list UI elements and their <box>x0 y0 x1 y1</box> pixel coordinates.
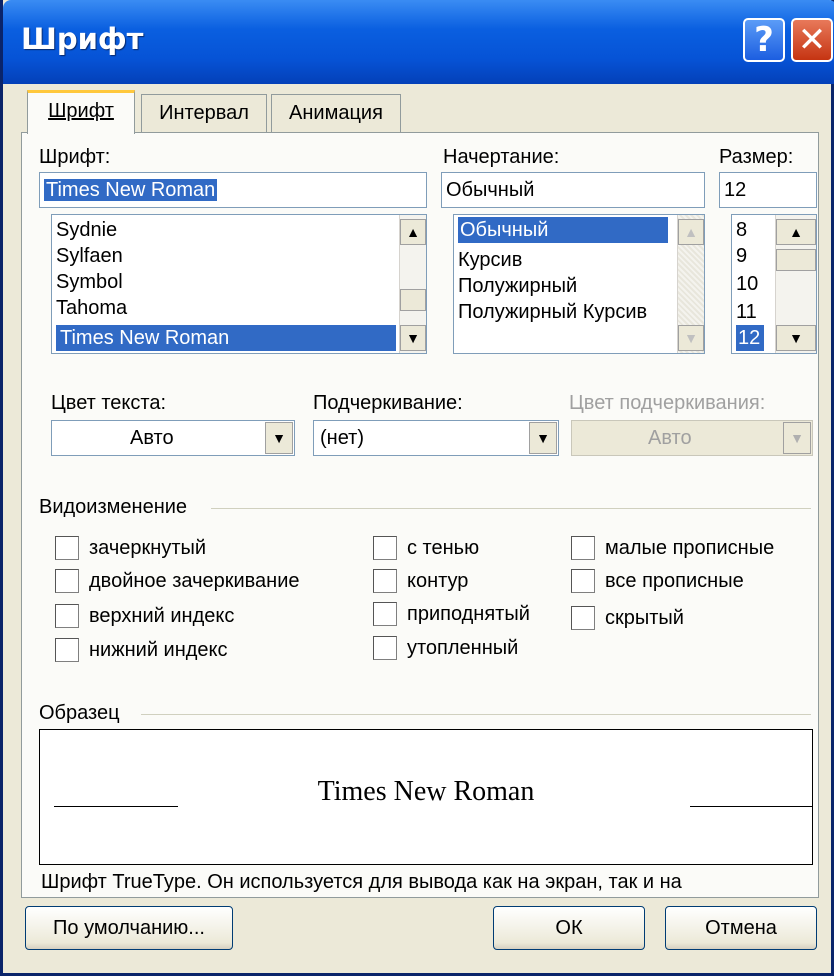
checkbox-box[interactable] <box>373 602 397 626</box>
text-color-select[interactable]: Авто ▼ <box>51 420 295 456</box>
tab-font[interactable]: Шрифт <box>27 90 135 134</box>
list-item[interactable]: Sydnie <box>56 217 396 243</box>
checkbox-box[interactable] <box>373 536 397 560</box>
checkbox-box[interactable] <box>571 606 595 630</box>
dialog-title: Шрифт <box>21 22 144 56</box>
tab-spacing-label: Интервал <box>159 102 249 124</box>
preview-baseline-right <box>690 806 812 807</box>
underline-value: (нет) <box>320 427 364 449</box>
list-item[interactable]: 9 <box>736 243 747 269</box>
tab-animation-label: Анимация <box>289 102 383 124</box>
checkbox-box[interactable] <box>373 569 397 593</box>
preview-text: Times New Roman <box>317 776 535 807</box>
help-icon[interactable]: ? <box>743 18 785 62</box>
text-color-value: Авто <box>130 427 174 449</box>
checkbox-label: зачеркнутый <box>89 537 207 559</box>
scroll-up-icon[interactable]: ▲ <box>400 219 426 245</box>
list-item[interactable]: Курсив <box>458 247 522 273</box>
font-dialog: Шрифт ? ✕ Шрифт Интервал Анимация Шрифт:… <box>0 0 834 976</box>
list-item-selected[interactable]: Обычный <box>458 217 668 243</box>
sample-group-title: Образец <box>39 702 120 724</box>
font-list-scrollbar[interactable]: ▲ ▼ <box>399 215 426 353</box>
underline-color-select: Авто ▼ <box>571 420 813 456</box>
group-divider <box>141 714 811 715</box>
checkbox-box[interactable] <box>571 536 595 560</box>
text-color-label: Цвет текста: <box>51 392 167 414</box>
checkbox-label: контур <box>407 570 469 592</box>
tab-animation[interactable]: Анимация <box>271 94 401 132</box>
checkbox-box[interactable] <box>55 536 79 560</box>
default-button[interactable]: По умолчанию... <box>25 906 233 950</box>
font-name-input[interactable]: Times New Roman <box>39 172 427 208</box>
checkbox-box[interactable] <box>55 604 79 628</box>
scroll-down-icon[interactable]: ▼ <box>776 325 816 351</box>
scroll-up-icon[interactable]: ▲ <box>776 219 816 245</box>
sample-preview: Times New Roman <box>39 729 813 865</box>
scroll-down-icon: ▼ <box>678 325 704 351</box>
checkbox-box[interactable] <box>571 569 595 593</box>
effects-group-title: Видоизменение <box>39 496 188 518</box>
list-item-selected[interactable]: 12 <box>736 325 764 351</box>
ok-button[interactable]: ОК <box>493 906 645 950</box>
checkbox-label: приподнятый <box>407 603 530 625</box>
list-item[interactable]: Sylfaen <box>56 243 396 269</box>
list-item[interactable]: Полужирный <box>458 273 577 299</box>
scroll-down-icon[interactable]: ▼ <box>400 325 426 351</box>
font-description: Шрифт TrueType. Он используется для выво… <box>41 871 682 893</box>
scroll-thumb[interactable] <box>400 289 426 311</box>
list-item[interactable]: Полужирный Курсив <box>458 299 647 325</box>
tab-spacing[interactable]: Интервал <box>141 94 267 132</box>
tab-font-label: Шрифт <box>48 100 114 122</box>
checkbox-label: верхний индекс <box>89 605 235 627</box>
underline-label: Подчеркивание: <box>313 392 463 414</box>
checkbox-label: скрытый <box>605 607 684 629</box>
underline-select[interactable]: (нет) ▼ <box>313 420 559 456</box>
size-list-scrollbar[interactable]: ▲ ▼ <box>775 215 816 353</box>
checkbox-box[interactable] <box>55 569 79 593</box>
list-item[interactable]: Symbol <box>56 269 396 295</box>
checkbox-box[interactable] <box>55 638 79 662</box>
cancel-button[interactable]: Отмена <box>665 906 817 950</box>
list-item[interactable]: 10 <box>736 271 758 297</box>
chevron-down-icon: ▼ <box>783 422 811 454</box>
close-icon[interactable]: ✕ <box>791 18 833 62</box>
style-label: Начертание: <box>443 146 560 168</box>
title-bar[interactable]: Шрифт ? ✕ <box>3 0 834 84</box>
chevron-down-icon[interactable]: ▼ <box>265 422 293 454</box>
font-list[interactable]: Sydnie Sylfaen Symbol Tahoma Times New R… <box>51 214 427 354</box>
checkbox-label: двойное зачеркивание <box>89 570 300 592</box>
size-list[interactable]: 8 9 10 11 12 ▲ ▼ <box>731 214 817 354</box>
checkbox-label: все прописные <box>605 570 744 592</box>
list-item[interactable]: 11 <box>736 299 757 325</box>
style-list-scrollbar: ▲ ▼ <box>677 215 704 353</box>
size-input[interactable]: 12 <box>719 172 817 208</box>
scroll-thumb[interactable] <box>776 249 816 271</box>
checkbox-label: нижний индекс <box>89 639 228 661</box>
style-list[interactable]: Обычный Курсив Полужирный Полужирный Кур… <box>453 214 705 354</box>
list-item-selected[interactable]: Times New Roman <box>56 325 396 351</box>
underline-color-label: Цвет подчеркивания: <box>569 392 766 414</box>
style-input[interactable]: Обычный <box>441 172 705 208</box>
list-item[interactable]: Tahoma <box>56 295 396 321</box>
checkbox-box[interactable] <box>373 636 397 660</box>
checkbox-label: утопленный <box>407 637 519 659</box>
size-label: Размер: <box>719 146 794 168</box>
checkbox-label: с тенью <box>407 537 480 559</box>
group-divider <box>211 508 811 509</box>
checkbox-label: малые прописные <box>605 537 775 559</box>
font-name-value: Times New Roman <box>44 179 218 201</box>
scroll-up-icon: ▲ <box>678 219 704 245</box>
font-label: Шрифт: <box>39 146 111 168</box>
list-item[interactable]: 8 <box>736 217 747 243</box>
underline-color-value: Авто <box>648 427 692 449</box>
chevron-down-icon[interactable]: ▼ <box>529 422 557 454</box>
